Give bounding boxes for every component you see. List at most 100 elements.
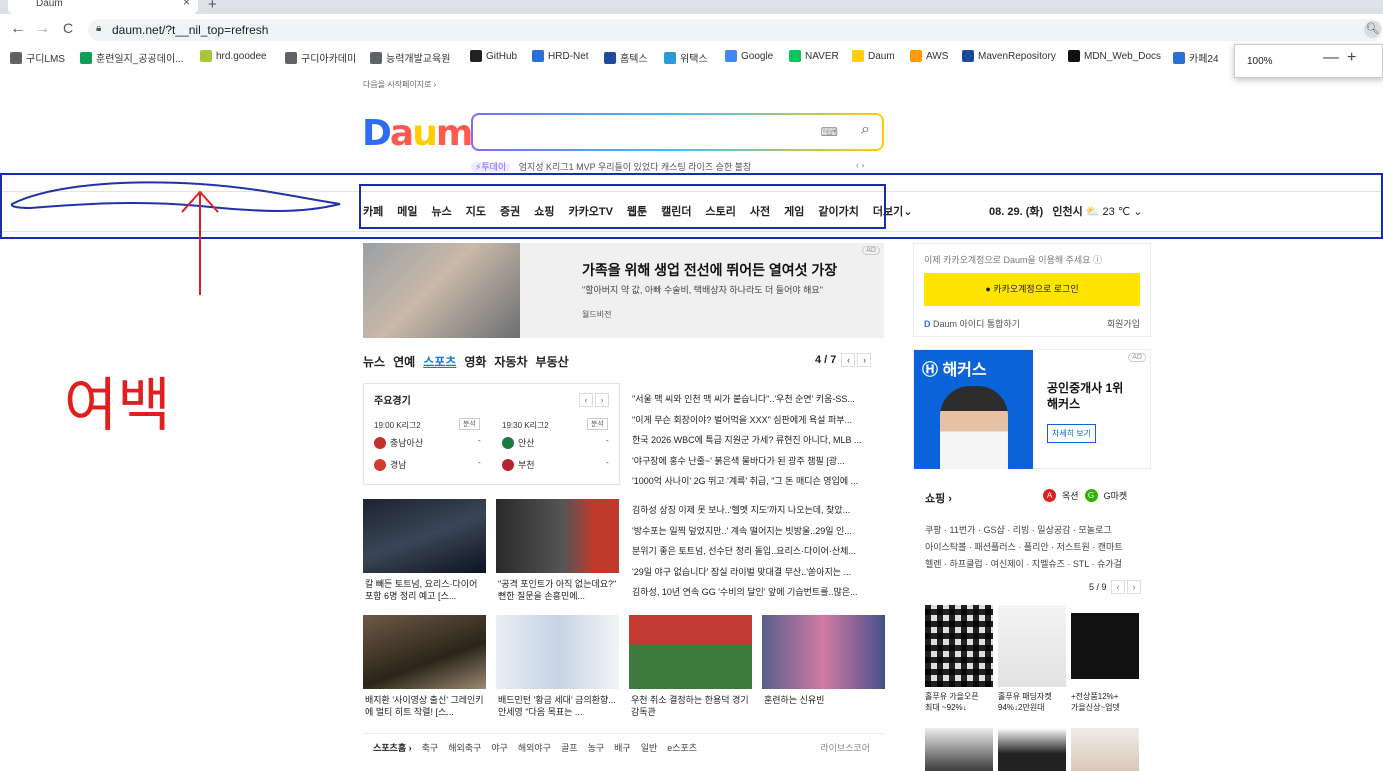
news-thumb-4[interactable] bbox=[496, 615, 619, 689]
ad-title[interactable]: 가족을 위해 생업 전선에 뛰어든 열여섯 가장 bbox=[582, 260, 837, 280]
sports-link[interactable]: 해외야구 bbox=[518, 741, 551, 760]
set-start-page-link[interactable]: 다음을 시작페이지로 › bbox=[363, 79, 436, 90]
bookmark-item[interactable]: 홈텍스 bbox=[604, 50, 648, 65]
zoom-out-button[interactable]: — bbox=[1323, 49, 1339, 67]
thumb-caption[interactable]: 칼 빼든 토트넘, 요리스·다이어 포함 6명 정리 예고 [스... bbox=[365, 578, 487, 602]
tab-close-button[interactable]: × bbox=[183, 0, 190, 8]
product-image[interactable] bbox=[998, 605, 1066, 687]
bookmark-item[interactable]: GitHub bbox=[470, 50, 517, 62]
product-caption[interactable]: 홀푸유 가을오픈 최대 ~92%↓ bbox=[925, 691, 995, 713]
bookmark-item[interactable]: hrd.goodee bbox=[200, 50, 267, 62]
news-tab[interactable]: 스포츠 bbox=[423, 353, 456, 370]
bookmark-item[interactable]: 구디LMS bbox=[10, 50, 65, 65]
ad-banner-hackers[interactable]: Ⓗ 해커스 공인중개사 1위 해커스 자세히 보기 AD bbox=[913, 349, 1151, 469]
next-button[interactable]: › bbox=[857, 353, 872, 367]
prev-button[interactable]: ‹ bbox=[841, 353, 856, 367]
ad-detail-button[interactable]: 자세히 보기 bbox=[1047, 424, 1097, 443]
product-image[interactable] bbox=[998, 728, 1066, 771]
news-tab[interactable]: 자동차 bbox=[494, 353, 527, 370]
headline-link[interactable]: '방수포는 일찍 덮었지만..' 계속 떨어지는 빗방울..29일 인... bbox=[632, 521, 887, 542]
keyboard-icon[interactable]: ⌨ bbox=[821, 125, 838, 139]
game-card[interactable]: 19:00 K리그2 분석 충남아산 - 경남 - bbox=[374, 418, 494, 471]
forward-button[interactable]: → bbox=[32, 20, 52, 38]
reload-button[interactable]: C bbox=[58, 20, 78, 36]
headline-link[interactable]: 분위기 좋은 토트넘, 선수단 정리 돌입..요리스·다이어·산체... bbox=[632, 541, 887, 562]
sports-link[interactable]: 골프 bbox=[561, 741, 578, 760]
product-image[interactable] bbox=[1071, 728, 1139, 771]
news-thumb-1[interactable] bbox=[363, 499, 486, 573]
news-thumb-2[interactable] bbox=[496, 499, 619, 573]
analysis-badge[interactable]: 분석 bbox=[587, 418, 608, 430]
thumb-caption[interactable]: 배드민턴 '황금 세대' 금의환향... 안세영 "다음 목표는 ... bbox=[498, 694, 620, 718]
sports-link[interactable]: 일반 bbox=[641, 741, 658, 760]
auction-link[interactable]: 옥션 bbox=[1062, 489, 1079, 502]
sports-link[interactable]: 야구 bbox=[491, 741, 508, 760]
headline-link[interactable]: '1000억 사나이' 2G 뛰고 '계륵' 취급, "그 돈 매디슨 영입에 … bbox=[632, 471, 887, 492]
thumb-caption[interactable]: 훈련하는 신유빈 bbox=[764, 694, 886, 706]
bookmark-item[interactable]: 훈련일지_공공데이... bbox=[80, 50, 184, 65]
headline-link[interactable]: '야구장에 홍수 난줄~' 붉은색 물바다가 된 광주 챔필 [광... bbox=[632, 451, 887, 472]
games-prev[interactable]: ‹ bbox=[579, 393, 593, 407]
analysis-badge[interactable]: 분석 bbox=[459, 418, 480, 430]
product-image[interactable] bbox=[925, 605, 993, 687]
bookmark-item[interactable]: Google bbox=[725, 50, 773, 62]
headline-link[interactable]: "서울 맥 씨와 인천 맥 씨가 붙습니다"..'우천 순연' 키움-SS... bbox=[632, 389, 887, 410]
games-next[interactable]: › bbox=[595, 393, 609, 407]
sports-link[interactable]: 배구 bbox=[614, 741, 631, 760]
news-tab[interactable]: 뉴스 bbox=[363, 353, 385, 370]
headline-link[interactable]: "이게 무슨 회장이야? 벌어먹을 XXX" 심판에게 욕설 퍼부... bbox=[632, 410, 887, 431]
headline-link[interactable]: 김하성, 10년 연속 GG '수비의 달인' 앞에 기습번트를..많은... bbox=[632, 582, 887, 603]
thumb-caption[interactable]: 우천 취소 결정하는 한용덕 경기감독관 bbox=[631, 694, 753, 718]
news-tab[interactable]: 연예 bbox=[393, 353, 415, 370]
product-caption[interactable]: 홀푸유 패딩자켓 94%↓2만원대 bbox=[998, 691, 1068, 713]
sports-link[interactable]: 축구 bbox=[422, 741, 439, 760]
bookmark-item[interactable]: 카페24 bbox=[1173, 50, 1219, 65]
shopping-title[interactable]: 쇼핑 › bbox=[925, 490, 952, 506]
news-tab[interactable]: 영화 bbox=[464, 353, 486, 370]
shop-next[interactable]: › bbox=[1127, 580, 1142, 594]
sports-home-link[interactable]: 스포츠홈 › bbox=[373, 741, 412, 760]
game-card[interactable]: 19:30 K리그2 분석 안산 - 부천 - bbox=[502, 418, 622, 471]
sports-link[interactable]: 농구 bbox=[588, 741, 605, 760]
zoom-icon[interactable]: 🔍︎ bbox=[1364, 21, 1381, 38]
ad-banner-worldvision[interactable]: 가족을 위해 생업 전선에 뛰어든 열여섯 가장 "할아버지 약 값, 아빠 수… bbox=[363, 243, 884, 338]
thumb-caption[interactable]: "공격 포인트가 아직 없는데요?" 뻔한 질문을 손흥민에... bbox=[498, 578, 620, 602]
issue-arrows[interactable]: ‹ › bbox=[856, 160, 865, 170]
search-input[interactable]: ⌨ ⌕ bbox=[471, 113, 884, 151]
daum-id-integrate-link[interactable]: D Daum 아이디 통합하기 bbox=[924, 317, 1020, 330]
bookmark-item[interactable]: AWS bbox=[910, 50, 948, 62]
issue-text[interactable]: 엄지성 K리그1 MVP 우리들이 있었다 캐스팅 라이즈 승한 불참 bbox=[519, 162, 752, 172]
sports-link[interactable]: 해외축구 bbox=[448, 741, 481, 760]
news-thumb-3[interactable] bbox=[363, 615, 486, 689]
bookmark-item[interactable]: MDN_Web_Docs bbox=[1068, 50, 1161, 62]
headline-link[interactable]: '29일 야구 없습니다' 잠실 라이벌 맞대결 무산..'쏟아지는 ... bbox=[632, 562, 887, 583]
shop-prev[interactable]: ‹ bbox=[1111, 580, 1126, 594]
product-image[interactable] bbox=[1071, 605, 1139, 687]
sports-link[interactable]: e스포츠 bbox=[667, 741, 697, 760]
issue-ticker[interactable]: ⚡투데이 엄지성 K리그1 MVP 우리들이 있었다 캐스팅 라이즈 승한 불참… bbox=[471, 160, 865, 173]
live-score-link[interactable]: 라이브스코어 bbox=[820, 741, 870, 754]
search-icon[interactable]: ⌕ bbox=[861, 121, 870, 139]
bookmark-item[interactable]: NAVER bbox=[789, 50, 839, 62]
thumb-caption[interactable]: 배지환 '사이영상 출신' 그레인키에 멀티 히트 작렬! [스... bbox=[365, 694, 487, 718]
product-caption[interactable]: +전상품12%+ 가을신상~업뎃 bbox=[1071, 691, 1141, 713]
news-thumb-6[interactable] bbox=[762, 615, 885, 689]
bookmark-item[interactable]: 구디아카데미 bbox=[285, 50, 356, 65]
signup-link[interactable]: 회원가입 bbox=[1107, 317, 1140, 330]
zoom-in-button[interactable]: + bbox=[1347, 49, 1356, 67]
new-tab-button[interactable]: + bbox=[208, 0, 217, 13]
bookmark-item[interactable]: MavenRepository bbox=[962, 50, 1056, 62]
headline-link[interactable]: 김하성 상징 이제 못 보나..'헬멧 지도'까지 나오는데, 찾았... bbox=[632, 500, 887, 521]
gmarket-link[interactable]: G마켓 bbox=[1104, 489, 1128, 502]
browser-tab[interactable]: Daum × bbox=[8, 0, 198, 14]
omnibox[interactable]: 🔒︎ daum.net/?t__nil_top=refresh 🔍︎ bbox=[88, 19, 1383, 41]
news-thumb-5[interactable] bbox=[629, 615, 752, 689]
bookmark-item[interactable]: 능력개발교육원 bbox=[370, 50, 450, 65]
kakao-login-button[interactable]: ● 카카오계정으로 로그인 bbox=[924, 273, 1140, 306]
daum-logo[interactable]: Daum bbox=[362, 113, 473, 154]
product-image[interactable] bbox=[925, 728, 993, 771]
headline-link[interactable]: 한국 2026 WBC에 특급 지원군 가세? 류현진 아니다, MLB ... bbox=[632, 430, 887, 451]
shopping-links[interactable]: 쿠팡 · 11번가 · GS샵 · 리빙 · 일상공감 · 모놀로그 아이스탁볼… bbox=[925, 522, 1155, 573]
bookmark-item[interactable]: HRD-Net bbox=[532, 50, 589, 62]
back-button[interactable]: ← bbox=[8, 20, 28, 38]
